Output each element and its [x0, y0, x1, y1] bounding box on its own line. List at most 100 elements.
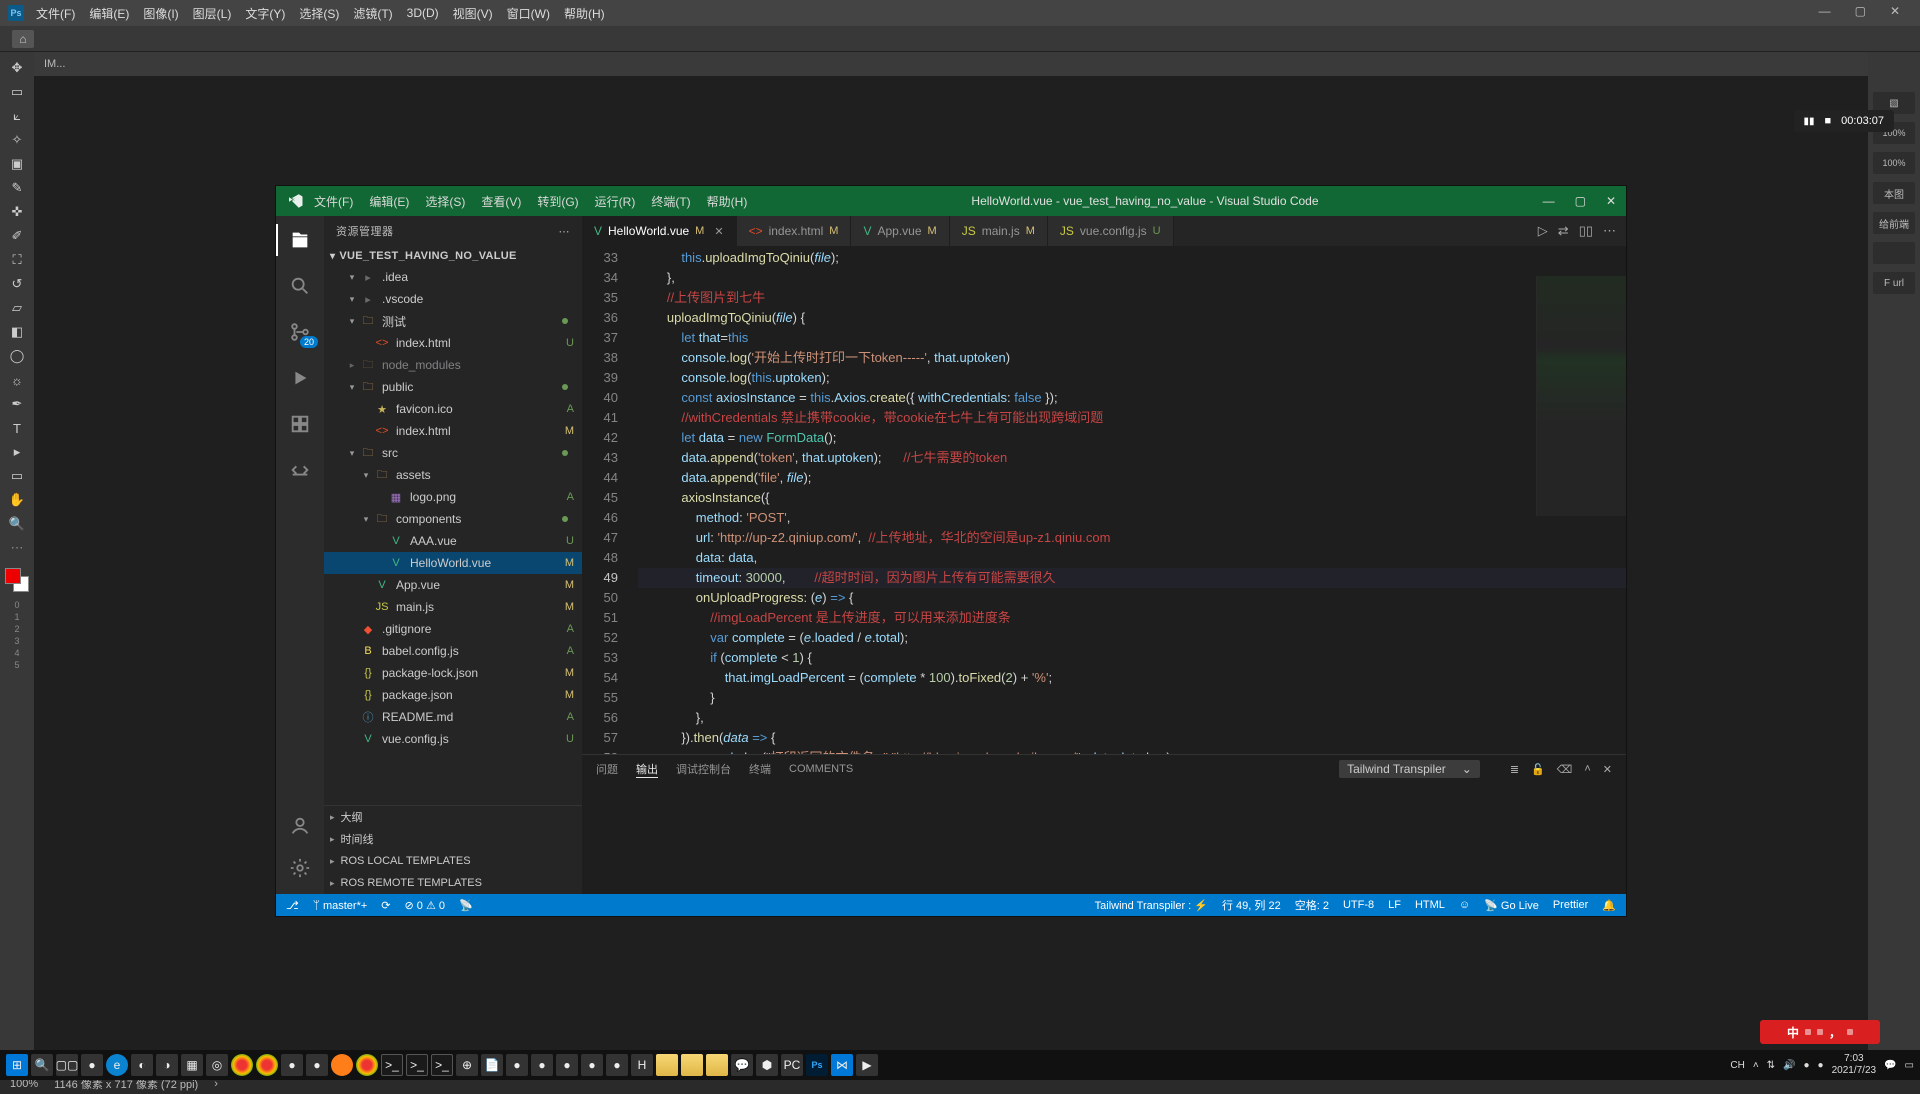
taskbar-terminal-icon[interactable]: >_ — [431, 1054, 453, 1076]
activity-remote-icon[interactable] — [286, 456, 314, 484]
dodge-tool-icon[interactable]: ☼ — [5, 370, 29, 390]
taskbar-app[interactable]: ● — [306, 1054, 328, 1076]
status-golive[interactable]: 📡 Go Live — [1484, 899, 1539, 912]
code-line[interactable]: console.log('开始上传时打印一下token-----', that.… — [638, 348, 1626, 368]
panel-lock-icon[interactable]: 🔓 — [1531, 763, 1545, 776]
vsc-menu-run[interactable]: 运行(R) — [595, 193, 636, 210]
minimap[interactable] — [1536, 276, 1626, 516]
ps-menu-layer[interactable]: 图层(L) — [193, 5, 232, 22]
taskbar-photoshop-icon[interactable]: Ps — [806, 1054, 828, 1076]
taskbar-folder-icon[interactable] — [656, 1054, 678, 1076]
git-branch[interactable]: ᛘ master*+ — [313, 898, 368, 912]
taskbar-terminal-icon[interactable]: >_ — [406, 1054, 428, 1076]
tree-item[interactable]: VApp.vueM — [324, 574, 582, 596]
panel-tab-problems[interactable]: 问题 — [596, 761, 618, 777]
status-prettier[interactable]: Prettier — [1553, 899, 1588, 911]
code-line[interactable]: }, — [638, 268, 1626, 288]
taskbar-folder-icon[interactable] — [706, 1054, 728, 1076]
section-timeline[interactable]: ▸时间线 — [324, 828, 582, 850]
code-line[interactable]: let data = new FormData(); — [638, 428, 1626, 448]
taskbar-app[interactable]: ● — [81, 1054, 103, 1076]
ps-maximize-icon[interactable]: ▢ — [1855, 4, 1866, 18]
code-line[interactable]: console.log(this.uptoken); — [638, 368, 1626, 388]
tab-close-icon[interactable]: ✕ — [714, 225, 723, 238]
taskbar-firefox-icon[interactable] — [331, 1054, 353, 1076]
activity-run-debug-icon[interactable] — [286, 364, 314, 392]
text-tool-icon[interactable]: T — [5, 418, 29, 438]
tree-item[interactable]: {}package.jsonM — [324, 684, 582, 706]
clone-stamp-tool-icon[interactable]: ⛶ — [5, 250, 29, 270]
tree-item[interactable]: ▾🗀assets — [324, 464, 582, 486]
code-line[interactable]: data: data, — [638, 548, 1626, 568]
taskbar-pycharm-icon[interactable]: PC — [781, 1054, 803, 1076]
editor-tab[interactable]: JSvue.config.jsU — [1048, 216, 1174, 246]
tray-sound-icon[interactable]: 🔊 — [1783, 1060, 1795, 1071]
tree-item[interactable]: Bbabel.config.jsA — [324, 640, 582, 662]
vsc-menu-help[interactable]: 帮助(H) — [707, 193, 748, 210]
lasso-tool-icon[interactable]: ⟀ — [5, 106, 29, 126]
ps-minimize-icon[interactable]: — — [1819, 4, 1831, 18]
taskbar-app[interactable]: ◎ — [206, 1054, 228, 1076]
taskbar-app[interactable]: ⬢ — [756, 1054, 778, 1076]
ps-menu-select[interactable]: 选择(S) — [299, 5, 339, 22]
taskbar-app[interactable]: ● — [606, 1054, 628, 1076]
tree-item[interactable]: ▦logo.pngA — [324, 486, 582, 508]
status-notifications-icon[interactable]: 🔔 — [1602, 899, 1616, 912]
editor-tab[interactable]: VHelloWorld.vueM✕ — [582, 216, 737, 246]
ps-panel-item-1[interactable]: 本图 — [1873, 182, 1915, 204]
gradient-tool-icon[interactable]: ◧ — [5, 322, 29, 342]
tree-item[interactable]: ▾🗀components — [324, 508, 582, 530]
ps-menu-type[interactable]: 文字(Y) — [245, 5, 285, 22]
taskbar-store-icon[interactable]: ▦ — [181, 1054, 203, 1076]
taskbar-app[interactable]: ● — [581, 1054, 603, 1076]
zoom-tool-icon[interactable]: 🔍 — [5, 514, 29, 534]
workspace-folder[interactable]: ▾ VUE_TEST_HAVING_NO_VALUE — [324, 246, 582, 266]
tree-item[interactable]: {}package-lock.jsonM — [324, 662, 582, 684]
taskbar-app[interactable]: ◑ — [156, 1054, 178, 1076]
code-line[interactable]: }, — [638, 708, 1626, 728]
panel-tab-terminal[interactable]: 终端 — [749, 761, 771, 777]
tree-item[interactable]: ▾🗀public — [324, 376, 582, 398]
activity-explorer-icon[interactable] — [286, 226, 314, 254]
tree-item[interactable]: ⓘREADME.mdA — [324, 706, 582, 728]
eraser-tool-icon[interactable]: ▱ — [5, 298, 29, 318]
status-indent[interactable]: 空格: 2 — [1295, 897, 1329, 913]
path-select-tool-icon[interactable]: ▸ — [5, 442, 29, 462]
brush-tool-icon[interactable]: ✐ — [5, 226, 29, 246]
marquee-tool-icon[interactable]: ▭ — [5, 82, 29, 102]
rec-stop-icon[interactable]: ■ — [1825, 115, 1832, 127]
sync-icon[interactable]: ⟳ — [381, 899, 390, 912]
fg-color[interactable] — [5, 568, 21, 584]
status-eol[interactable]: LF — [1388, 899, 1401, 911]
crop-tool-icon[interactable]: ▣ — [5, 154, 29, 174]
tree-item[interactable]: ▾▸.vscode — [324, 288, 582, 310]
pen-tool-icon[interactable]: ✒ — [5, 394, 29, 414]
activity-search-icon[interactable] — [286, 272, 314, 300]
taskbar-app[interactable]: ● — [531, 1054, 553, 1076]
ps-nav-zoom-2[interactable]: 100% — [1873, 152, 1915, 174]
code-line[interactable]: let that=this — [638, 328, 1626, 348]
rec-pause-icon[interactable]: ▮▮ — [1804, 116, 1815, 127]
ps-menu-3d[interactable]: 3D(D) — [407, 6, 439, 20]
vsc-maximize-icon[interactable]: ▢ — [1575, 194, 1586, 208]
activity-source-control-icon[interactable]: 20 — [286, 318, 314, 346]
spot-heal-tool-icon[interactable]: ✜ — [5, 202, 29, 222]
tree-item[interactable]: Vvue.config.jsU — [324, 728, 582, 750]
live-server-port-icon[interactable]: 📡 — [459, 899, 473, 912]
taskbar-app[interactable]: ◐ — [131, 1054, 153, 1076]
code-line[interactable]: data.append('token', that.uptoken); //七牛… — [638, 448, 1626, 468]
ps-panel-item-3[interactable] — [1873, 242, 1915, 264]
vsc-close-icon[interactable]: ✕ — [1606, 194, 1616, 208]
code-line[interactable]: var complete = (e.loaded / e.total); — [638, 628, 1626, 648]
taskbar-player-icon[interactable]: ▶ — [856, 1054, 878, 1076]
vsc-menu-select[interactable]: 选择(S) — [425, 193, 465, 210]
activity-extensions-icon[interactable] — [286, 410, 314, 438]
activity-account-icon[interactable] — [286, 812, 314, 840]
tree-item[interactable]: ▾▸.idea — [324, 266, 582, 288]
remote-indicator-icon[interactable]: ⎇ — [286, 899, 299, 912]
vsc-menu-file[interactable]: 文件(F) — [314, 193, 353, 210]
shape-tool-icon[interactable]: ▭ — [5, 466, 29, 486]
taskbar-wechat-icon[interactable]: 💬 — [731, 1054, 753, 1076]
tray-icon[interactable]: ▭ — [1905, 1060, 1914, 1071]
vsc-menu-edit[interactable]: 编辑(E) — [369, 193, 409, 210]
